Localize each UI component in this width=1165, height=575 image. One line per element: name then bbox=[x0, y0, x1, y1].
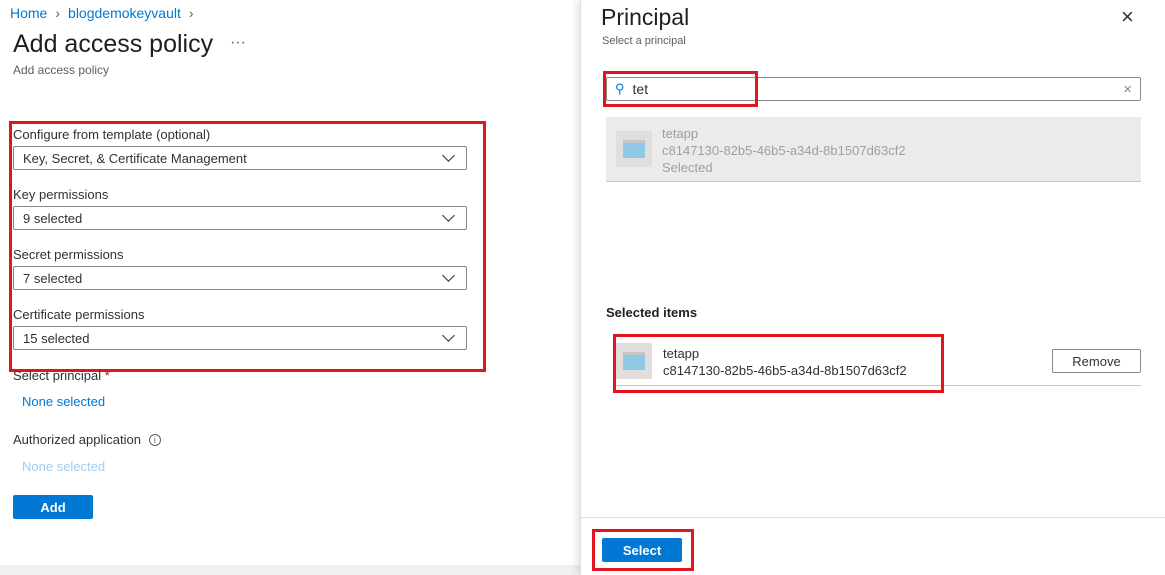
clear-icon[interactable]: × bbox=[1123, 81, 1132, 98]
select-principal-label: Select principal * bbox=[13, 368, 110, 383]
result-name: tetapp bbox=[662, 126, 699, 141]
selected-items-heading: Selected items bbox=[606, 305, 698, 320]
chevron-right-icon: › bbox=[55, 5, 61, 21]
info-icon[interactable]: i bbox=[148, 433, 161, 446]
close-icon[interactable]: × bbox=[1121, 4, 1134, 30]
principal-panel: Principal Select a principal × ⚲ tet × t… bbox=[580, 0, 1165, 575]
footer-divider bbox=[581, 517, 1165, 518]
remove-button[interactable]: Remove bbox=[1052, 349, 1141, 373]
select-principal-text: Select principal bbox=[13, 368, 102, 383]
page-subtitle: Add access policy bbox=[13, 63, 110, 77]
authorized-application-text: Authorized application bbox=[13, 432, 141, 447]
highlight-box bbox=[603, 71, 758, 107]
chevron-right-icon: › bbox=[188, 5, 194, 21]
breadcrumb: Home › blogdemokeyvault › bbox=[10, 5, 194, 21]
panel-title: Principal bbox=[601, 4, 690, 30]
add-button[interactable]: Add bbox=[13, 495, 93, 519]
search-result-item[interactable]: tetapp c8147130-82b5-46b5-a34d-8b1507d63… bbox=[606, 117, 1141, 182]
page-title: Add access policy bbox=[13, 30, 214, 58]
result-id: c8147130-82b5-46b5-a34d-8b1507d63cf2 bbox=[662, 143, 906, 158]
select-principal-link[interactable]: None selected bbox=[22, 394, 105, 409]
result-status: Selected bbox=[662, 160, 713, 175]
more-options-button[interactable]: ··· bbox=[230, 34, 246, 52]
highlight-box bbox=[613, 334, 944, 393]
highlight-box bbox=[9, 121, 486, 372]
required-marker: * bbox=[104, 368, 110, 383]
breadcrumb-home[interactable]: Home bbox=[10, 5, 47, 21]
horizontal-scrollbar[interactable] bbox=[0, 565, 580, 575]
authorized-application-link: None selected bbox=[22, 459, 106, 474]
highlight-box bbox=[592, 529, 694, 571]
panel-subtitle: Select a principal bbox=[602, 35, 686, 47]
breadcrumb-vault[interactable]: blogdemokeyvault bbox=[68, 5, 181, 21]
app-icon bbox=[616, 131, 652, 167]
authorized-application-label: Authorized application i bbox=[13, 432, 161, 447]
result-text: tetapp c8147130-82b5-46b5-a34d-8b1507d63… bbox=[662, 125, 906, 176]
